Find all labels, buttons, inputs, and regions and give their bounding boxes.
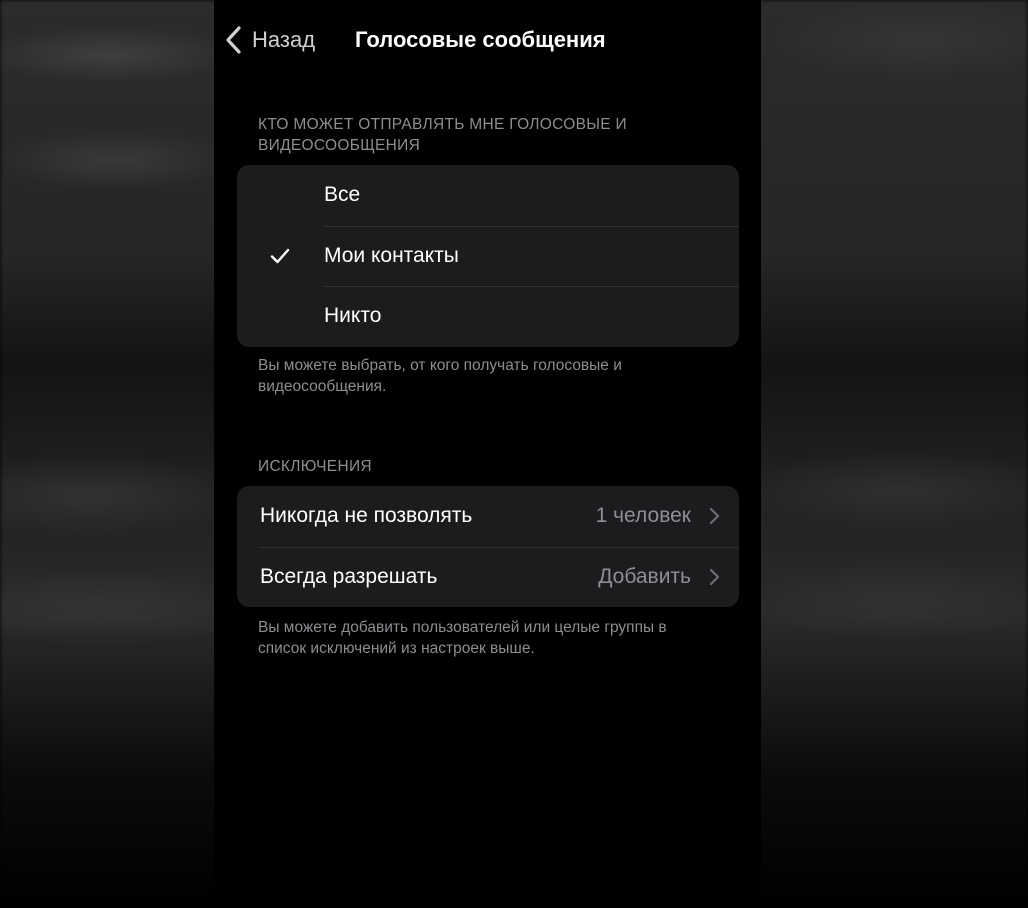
- option-label: Все: [324, 183, 361, 207]
- option-my-contacts[interactable]: Мои контакты: [237, 225, 739, 287]
- row-label: Никогда не позволять: [260, 504, 473, 528]
- back-label: Назад: [252, 27, 316, 52]
- option-everyone[interactable]: Все: [237, 165, 739, 226]
- row-label: Всегда разрешать: [260, 564, 438, 588]
- back-button[interactable]: Назад: [224, 24, 315, 56]
- option-label: Никто: [324, 304, 382, 328]
- who-section-header: КТО МОЖЕТ ОТПРАВЛЯТЬ МНЕ ГОЛОСОВЫЕ И ВИД…: [258, 116, 627, 154]
- option-label: Мои контакты: [324, 243, 459, 267]
- exceptions-section-footer: Вы можете добавить пользователей или цел…: [258, 619, 667, 657]
- option-nobody[interactable]: Никто: [237, 286, 739, 347]
- navigation-bar: Назад Голосовые сообщения: [214, 0, 761, 80]
- row-value: 1 человек: [595, 504, 691, 528]
- always-allow-row[interactable]: Всегда разрешать Добавить: [237, 546, 739, 608]
- chevron-right-icon: [709, 507, 720, 525]
- who-options-group: Все Мои контакты Никто: [237, 165, 739, 347]
- phone-screen: Назад Голосовые сообщения КТО МОЖЕТ ОТПР…: [214, 0, 761, 908]
- row-value: Добавить: [598, 564, 691, 588]
- exceptions-section-header: ИСКЛЮЧЕНИЯ: [258, 458, 372, 475]
- chevron-left-icon: [226, 26, 241, 54]
- page-title: Голосовые сообщения: [355, 27, 606, 52]
- exceptions-group: Никогда не позволять 1 человек Всегда ра…: [237, 486, 739, 607]
- who-section-footer: Вы можете выбрать, от кого получать голо…: [258, 357, 622, 395]
- chevron-right-icon: [709, 568, 720, 585]
- never-allow-row[interactable]: Никогда не позволять 1 человек: [237, 486, 739, 547]
- checkmark-icon: [270, 248, 290, 263]
